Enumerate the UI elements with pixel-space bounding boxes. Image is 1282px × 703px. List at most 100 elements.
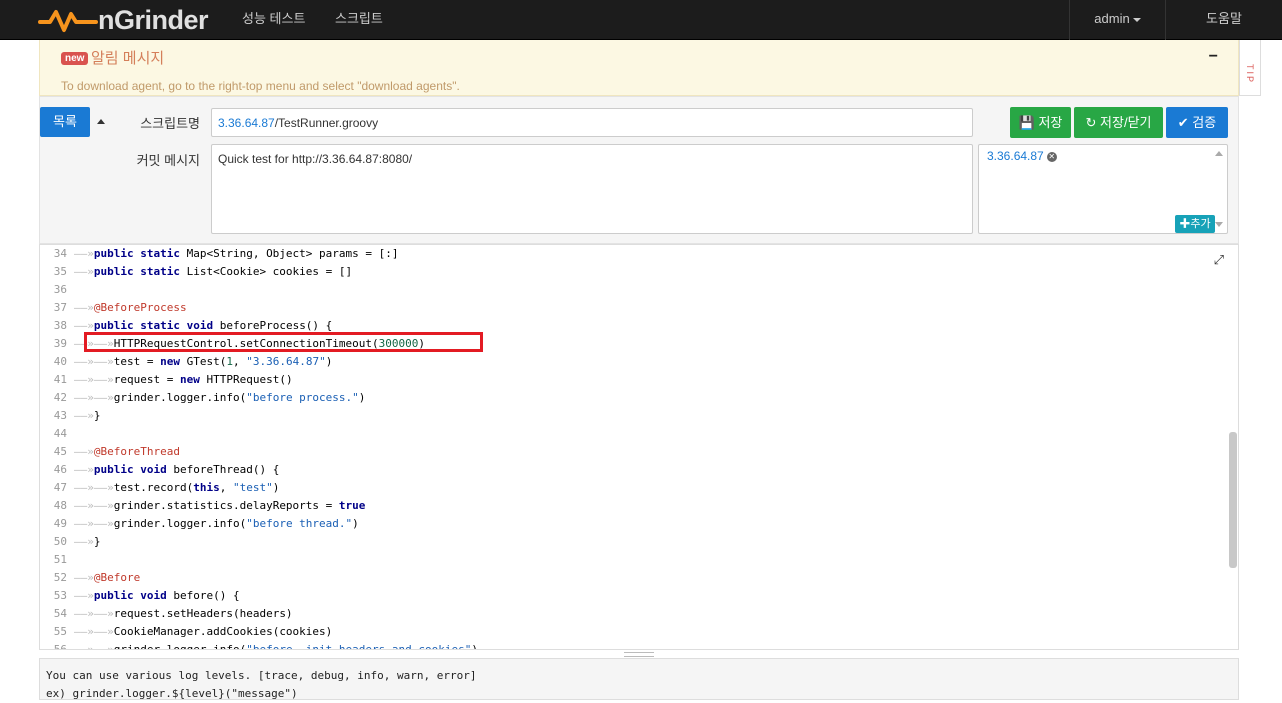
code-line[interactable]: 46 ——»public void beforeThread() { bbox=[40, 461, 1220, 479]
scroll-down-icon[interactable] bbox=[1215, 222, 1223, 227]
line-number: 41 bbox=[53, 373, 67, 386]
validate-button[interactable]: ✔ 검증 bbox=[1166, 107, 1228, 138]
save-icon: 💾 bbox=[1018, 115, 1035, 130]
line-number: 47 bbox=[53, 481, 67, 494]
script-name-field[interactable]: 3.36.64.87/TestRunner.groovy bbox=[211, 108, 973, 137]
line-number: 34 bbox=[53, 247, 67, 260]
code-text: ——»@BeforeProcess bbox=[74, 301, 187, 314]
code-text: ——»public void before() { bbox=[74, 589, 240, 602]
commit-label: 커밋 메시지 bbox=[136, 153, 200, 168]
code-text: ——»public static List<Cookie> cookies = … bbox=[74, 265, 353, 278]
code-text: ——»——»test.record(this, "test") bbox=[74, 481, 280, 494]
code-line[interactable]: 44 bbox=[40, 425, 1220, 443]
code-text: ——»——»grinder.logger.info("before. init … bbox=[74, 643, 478, 650]
fullscreen-expand-icon[interactable]: ⤢ bbox=[1214, 253, 1224, 268]
save-button[interactable]: 💾 저장 bbox=[1010, 107, 1071, 138]
code-line[interactable]: 50 ——»} bbox=[40, 533, 1220, 551]
tip-tab[interactable]: TIP bbox=[1239, 40, 1261, 96]
line-number: 35 bbox=[53, 265, 67, 278]
notice-title: 알림 메시지 bbox=[91, 50, 165, 67]
code-line[interactable]: 49 ——»——»grinder.logger.info("before thre… bbox=[40, 515, 1220, 533]
log-help-line-2: ex) grinder.logger.${level}("message") bbox=[46, 687, 298, 700]
code-text: ——»——»grinder.statistics.delayReports = … bbox=[74, 499, 366, 512]
line-number: 46 bbox=[53, 463, 67, 476]
code-line[interactable]: 41 ——»——»request = new HTTPRequest() bbox=[40, 371, 1220, 389]
caret-up-icon[interactable] bbox=[97, 119, 105, 124]
code-line[interactable]: 55 ——»——»CookieManager.addCookies(cookies… bbox=[40, 623, 1220, 641]
log-help-line-1: You can use various log levels. [trace, … bbox=[46, 669, 477, 682]
code-text: ——»——»CookieManager.addCookies(cookies) bbox=[74, 625, 333, 638]
code-text: ——»——»test = new GTest(1, "3.36.64.87") bbox=[74, 355, 333, 368]
line-number: 49 bbox=[53, 517, 67, 530]
log-help-panel: You can use various log levels. [trace, … bbox=[39, 658, 1239, 700]
help-menu[interactable]: 도움말 bbox=[1165, 0, 1282, 40]
code-line[interactable]: 36 bbox=[40, 281, 1220, 299]
code-line[interactable]: 45 ——»@BeforeThread bbox=[40, 443, 1220, 461]
scroll-up-icon[interactable] bbox=[1215, 151, 1223, 156]
notice-panel: new 알림 메시지 To download agent, go to the … bbox=[39, 40, 1239, 96]
code-line[interactable]: 54 ——»——»request.setHeaders(headers) bbox=[40, 605, 1220, 623]
resize-handle[interactable] bbox=[624, 652, 654, 657]
code-text: ——»} bbox=[74, 535, 101, 548]
nav-script[interactable]: 스크립트 bbox=[335, 0, 383, 40]
code-line[interactable]: 48 ——»——»grinder.statistics.delayReports … bbox=[40, 497, 1220, 515]
brand-name: nGrinder bbox=[98, 4, 209, 35]
new-badge: new bbox=[61, 52, 89, 65]
notice-message: To download agent, go to the right-top m… bbox=[61, 79, 460, 93]
code-line[interactable]: 56 ——»——»grinder.logger.info("before. ini… bbox=[40, 641, 1220, 650]
script-form: 목록 스크립트명 3.36.64.87/TestRunner.groovy 커밋… bbox=[39, 96, 1239, 244]
code-line[interactable]: 40 ——»——»test = new GTest(1, "3.36.64.87"… bbox=[40, 353, 1220, 371]
line-number: 53 bbox=[53, 589, 67, 602]
code-line[interactable]: 34 ——»public static Map<String, Object> p… bbox=[40, 245, 1220, 263]
commit-message-textarea[interactable]: Quick test for http://3.36.64.87:8080/ bbox=[211, 144, 973, 234]
save-close-button[interactable]: ↻ 저장/닫기 bbox=[1074, 107, 1163, 138]
code-line[interactable]: 53 ——»public void before() { bbox=[40, 587, 1220, 605]
code-text: ——»public void beforeThread() { bbox=[74, 463, 280, 476]
code-line[interactable]: 52 ——»@Before bbox=[40, 569, 1220, 587]
code-text: ——»@Before bbox=[74, 571, 141, 584]
code-text: ——»——»grinder.logger.info("before thread… bbox=[74, 517, 359, 530]
remove-tag-icon[interactable]: ✕ bbox=[1046, 151, 1057, 162]
line-number: 45 bbox=[53, 445, 67, 458]
editor-scrollbar[interactable] bbox=[1229, 432, 1237, 568]
line-number: 50 bbox=[53, 535, 67, 548]
brand-logo[interactable]: nGrinder bbox=[38, 4, 209, 36]
user-menu[interactable]: admin bbox=[1069, 0, 1165, 40]
top-navbar: nGrinder 성능 테스트 스크립트 admin 도움말 bbox=[0, 0, 1282, 40]
code-text: ——»——»grinder.logger.info("before proces… bbox=[74, 391, 366, 404]
code-line[interactable]: 51 bbox=[40, 551, 1220, 569]
add-host-button[interactable]: ✚추가 bbox=[1175, 215, 1215, 233]
line-number: 37 bbox=[53, 301, 67, 314]
help-label: 도움말 bbox=[1206, 11, 1242, 26]
code-line[interactable]: 47 ——»——»test.record(this, "test") bbox=[40, 479, 1220, 497]
host-tag[interactable]: 3.36.64.87 ✕ bbox=[987, 149, 1057, 163]
code-text: ——»@BeforeThread bbox=[74, 445, 180, 458]
target-host-box[interactable]: 3.36.64.87 ✕ ✚추가 bbox=[978, 144, 1228, 234]
line-number: 40 bbox=[53, 355, 67, 368]
script-host-link[interactable]: 3.36.64.87 bbox=[218, 116, 275, 130]
minimize-button[interactable]: − bbox=[1209, 48, 1218, 66]
highlight-box bbox=[84, 332, 483, 352]
code-text: ——»——»request = new HTTPRequest() bbox=[74, 373, 293, 386]
nav-performance-test[interactable]: 성능 테스트 bbox=[242, 0, 305, 40]
check-icon: ✔ bbox=[1177, 115, 1189, 130]
save-label: 저장 bbox=[1038, 115, 1063, 130]
host-tag-label: 3.36.64.87 bbox=[987, 149, 1044, 163]
line-number: 38 bbox=[53, 319, 67, 332]
code-line[interactable]: 42 ——»——»grinder.logger.info("before proc… bbox=[40, 389, 1220, 407]
code-text: ——»public static Map<String, Object> par… bbox=[74, 247, 399, 260]
line-number: 39 bbox=[53, 337, 67, 350]
code-text: ——»——»request.setHeaders(headers) bbox=[74, 607, 293, 620]
code-line[interactable]: 35 ——»public static List<Cookie> cookies … bbox=[40, 263, 1220, 281]
code-line[interactable]: 43 ——»} bbox=[40, 407, 1220, 425]
line-number: 54 bbox=[53, 607, 67, 620]
code-text: ——»} bbox=[74, 409, 101, 422]
line-number: 36 bbox=[53, 283, 67, 296]
code-line[interactable]: 37 ——»@BeforeProcess bbox=[40, 299, 1220, 317]
user-name: admin bbox=[1094, 11, 1130, 26]
list-button[interactable]: 목록 bbox=[40, 107, 90, 137]
line-number: 43 bbox=[53, 409, 67, 422]
code-editor[interactable]: 34 ——»public static Map<String, Object> p… bbox=[39, 244, 1239, 650]
caret-down-icon bbox=[1132, 17, 1141, 22]
refresh-icon: ↻ bbox=[1085, 115, 1097, 130]
